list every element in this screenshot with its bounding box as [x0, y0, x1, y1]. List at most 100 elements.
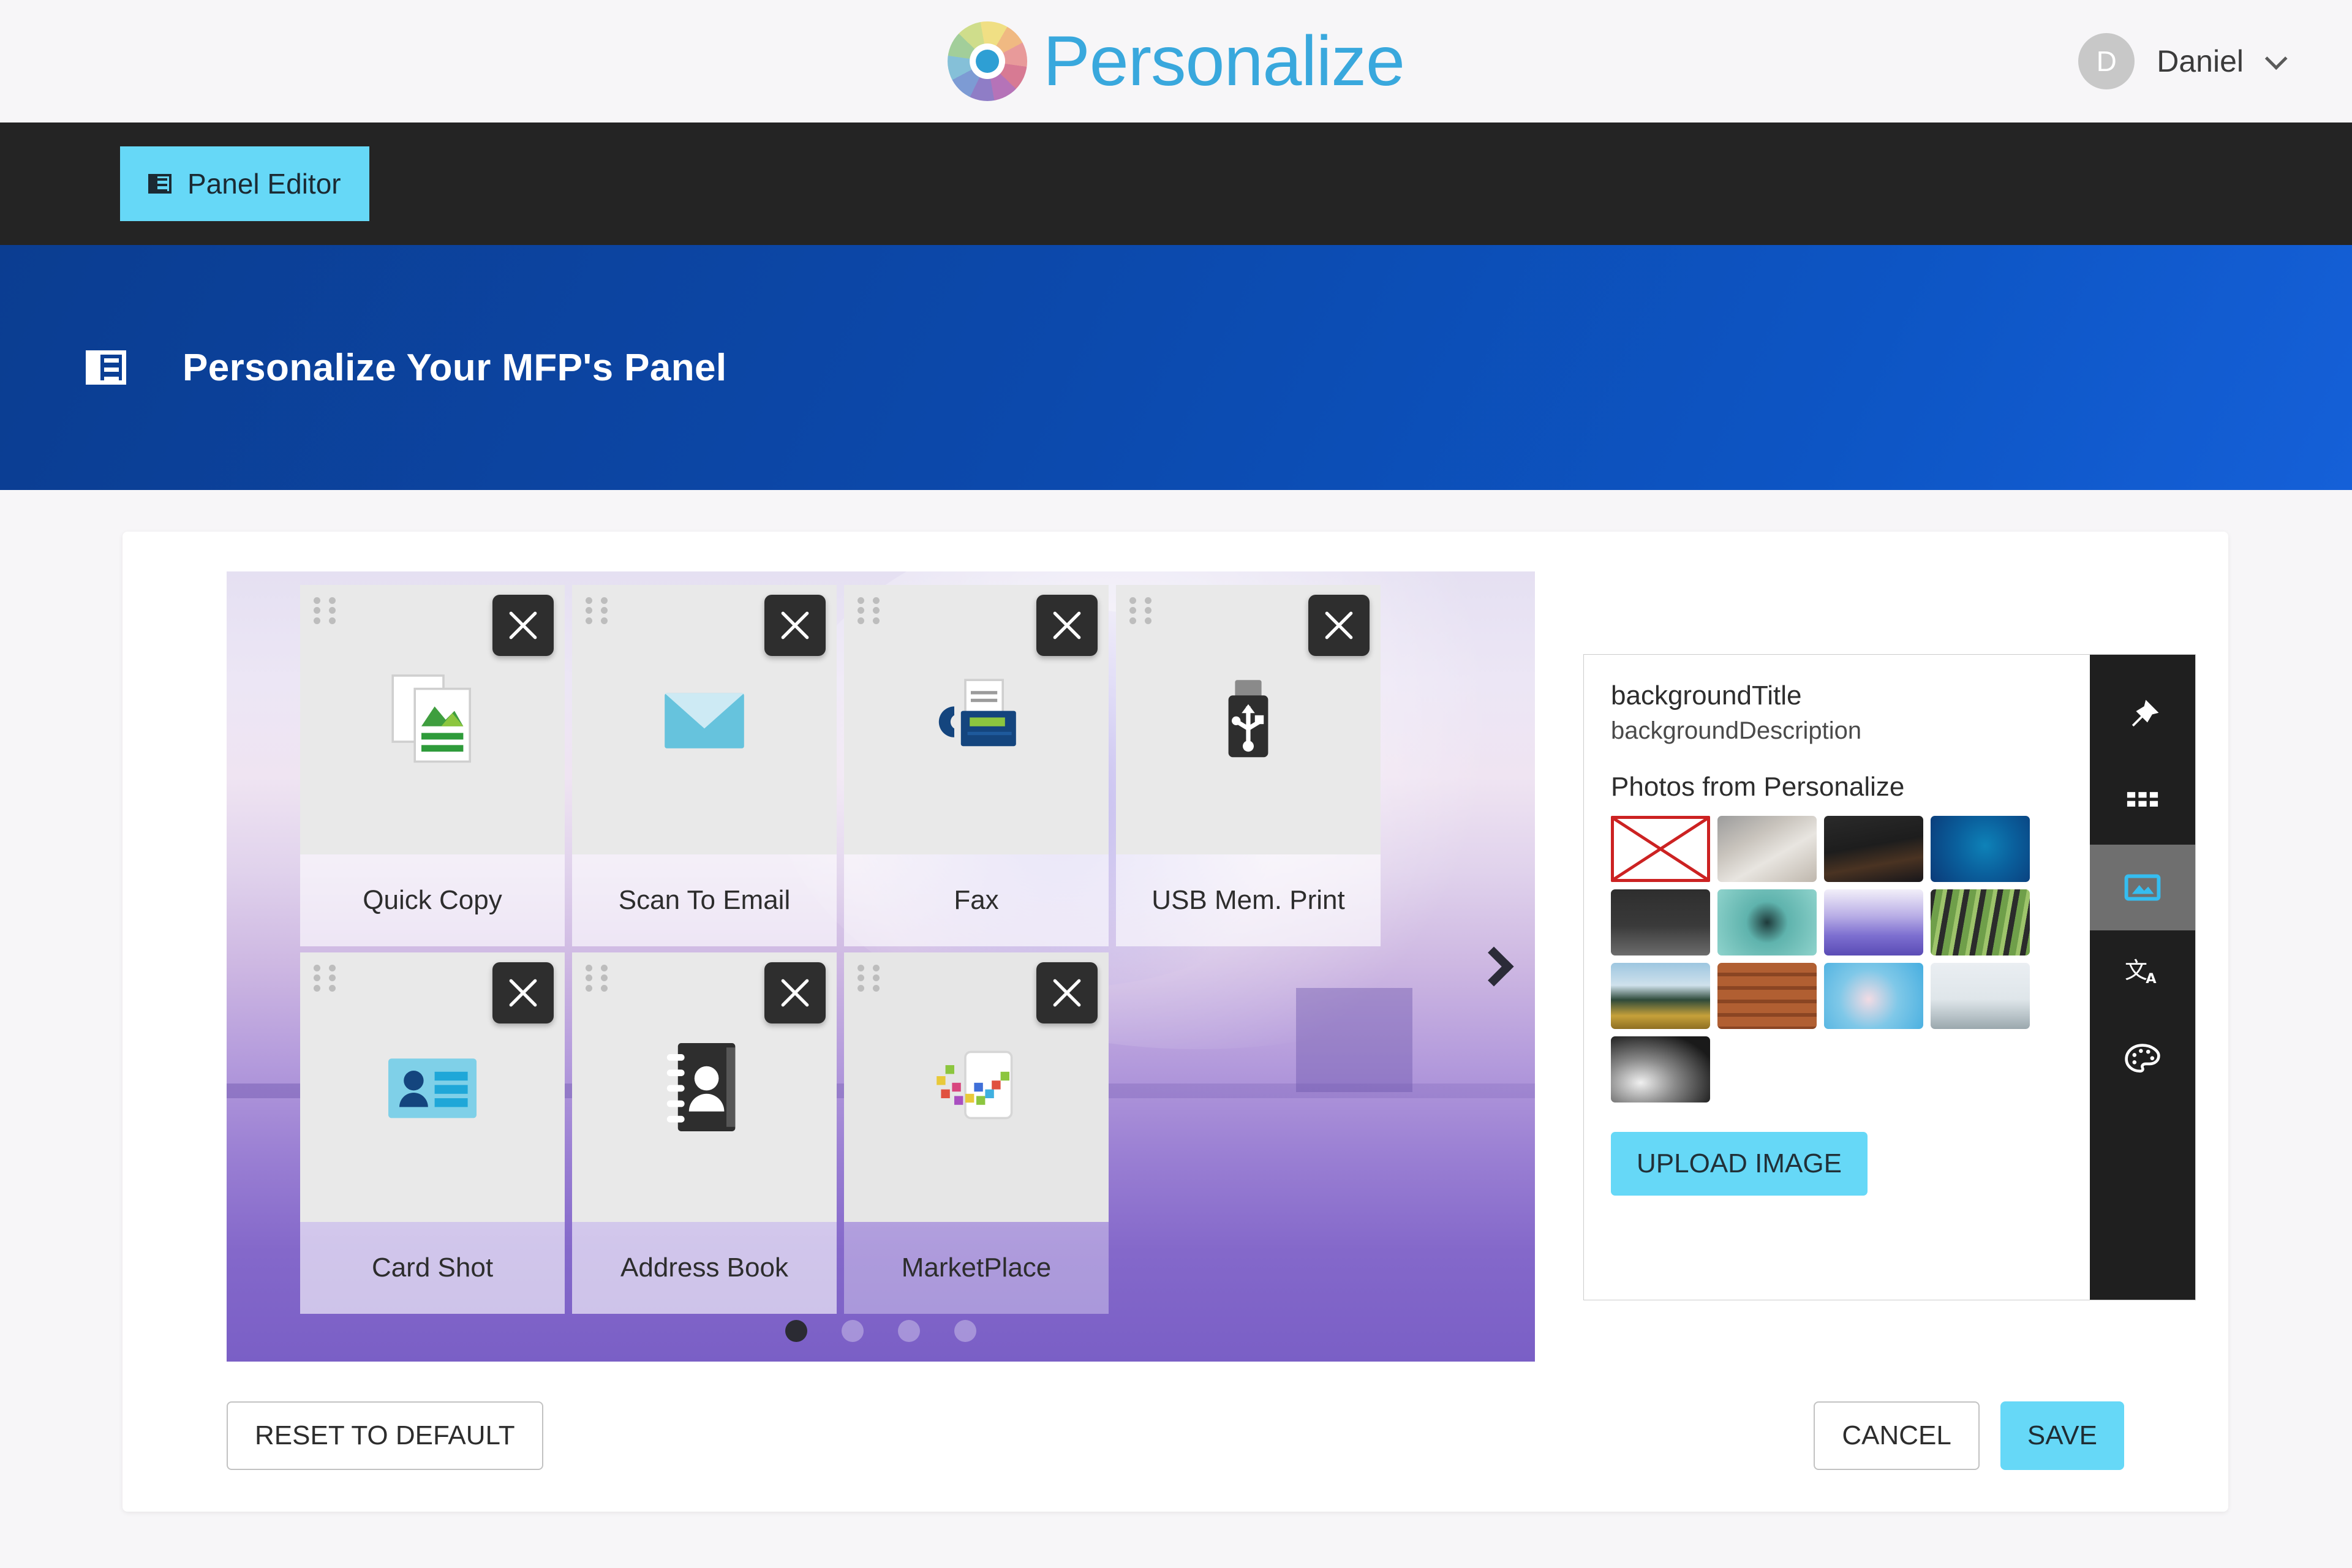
- photo-thumbnail-grid: [1611, 816, 2063, 1102]
- page-dot[interactable]: [898, 1320, 920, 1342]
- svg-text:A: A: [2146, 971, 2157, 987]
- reset-to-default-button[interactable]: RESET TO DEFAULT: [227, 1401, 543, 1470]
- address-book-icon: [649, 1032, 760, 1142]
- panel-editor-card: Quick Copy Scan To Email Fax USB Mem. Print…: [123, 532, 2228, 1512]
- page-indicator: [227, 1320, 1535, 1342]
- page-dot[interactable]: [842, 1320, 864, 1342]
- drag-handle-icon[interactable]: [314, 597, 341, 624]
- close-icon[interactable]: [492, 962, 554, 1023]
- panel-tile-body: [1116, 585, 1381, 854]
- palette-icon: [2122, 1039, 2163, 1079]
- panel-tile-label: Quick Copy: [300, 854, 565, 946]
- panel-tile-grid: Quick Copy Scan To Email Fax USB Mem. Print…: [300, 585, 1381, 1314]
- panel-tile[interactable]: Scan To Email: [572, 585, 837, 946]
- photo-thumbnail-cherry-blossom[interactable]: [1824, 963, 1923, 1029]
- drag-handle-icon[interactable]: [586, 597, 612, 624]
- usb-drive-icon: [1193, 665, 1303, 775]
- color-wheel-icon: [948, 21, 1028, 101]
- rail-item-theme[interactable]: [2090, 1016, 2195, 1102]
- brand-name: Personalize: [1043, 21, 1405, 100]
- cancel-button[interactable]: CANCEL: [1814, 1401, 1980, 1470]
- rail-item-image[interactable]: [2090, 845, 2195, 930]
- id-card-icon: [377, 1032, 488, 1142]
- photo-thumbnail-broken-image[interactable]: [1611, 816, 1710, 882]
- image-icon: [2122, 867, 2163, 908]
- photo-thumbnail-field-landscape[interactable]: [1611, 963, 1710, 1029]
- save-button[interactable]: SAVE: [2000, 1401, 2124, 1470]
- tab-panel-editor-label: Panel Editor: [187, 168, 341, 200]
- photo-thumbnail-purple-sunset[interactable]: [1824, 889, 1923, 956]
- chevron-down-icon[interactable]: [2264, 47, 2288, 70]
- page-dot[interactable]: [954, 1320, 976, 1342]
- panel-tile[interactable]: MarketPlace: [844, 952, 1109, 1314]
- close-icon[interactable]: [1036, 962, 1098, 1023]
- panel-tile-label: Card Shot: [300, 1222, 565, 1314]
- drag-handle-icon[interactable]: [314, 965, 341, 992]
- drag-handle-icon[interactable]: [858, 965, 884, 992]
- close-icon[interactable]: [1036, 595, 1098, 656]
- background-chooser-body: backgroundTitle backgroundDescription Ph…: [1584, 655, 2090, 1300]
- page-dot[interactable]: [785, 1320, 807, 1342]
- background-title: backgroundTitle: [1611, 680, 1802, 710]
- close-icon[interactable]: [492, 595, 554, 656]
- panel-tile-body: [844, 585, 1109, 854]
- photo-thumbnail-misty-landscape[interactable]: [1931, 963, 2030, 1029]
- photo-thumbnail-blue-ocean[interactable]: [1931, 816, 2030, 882]
- pushpin-icon: [2122, 696, 2163, 736]
- photo-thumbnail-wood-planks[interactable]: [1717, 963, 1817, 1029]
- drag-handle-icon[interactable]: [858, 597, 884, 624]
- drag-handle-icon[interactable]: [586, 965, 612, 992]
- background-chooser-panel: backgroundTitle backgroundDescription Ph…: [1583, 654, 2196, 1300]
- photo-thumbnail-cat-photo[interactable]: [1717, 816, 1817, 882]
- panel-tile[interactable]: Fax: [844, 585, 1109, 946]
- panel-tile-label: Address Book: [572, 1222, 837, 1314]
- panel-tile[interactable]: Quick Copy: [300, 585, 565, 946]
- panel-tile-body: [300, 585, 565, 854]
- panel-tile-body: [300, 952, 565, 1222]
- upload-image-button[interactable]: UPLOAD IMAGE: [1611, 1132, 1868, 1196]
- panel-tile[interactable]: USB Mem. Print: [1116, 585, 1381, 946]
- panel-tile-body: [572, 585, 837, 854]
- mfp-panel-preview: Quick Copy Scan To Email Fax USB Mem. Print…: [227, 571, 1535, 1362]
- fax-machine-icon: [921, 665, 1031, 775]
- tab-panel-editor[interactable]: Panel Editor: [120, 146, 369, 221]
- brand-logo: Personalize: [948, 21, 1405, 101]
- panel-tile-body: [572, 952, 837, 1222]
- grid-apps-icon: [2122, 782, 2163, 822]
- nav-bar: Panel Editor: [0, 123, 2352, 245]
- translate-icon: 文A: [2122, 953, 2163, 993]
- page-banner: Personalize Your MFP's Panel: [0, 245, 2352, 490]
- user-name: Daniel: [2157, 44, 2244, 78]
- panel-layout-icon: [86, 350, 126, 385]
- photo-thumbnail-night-festival[interactable]: [1824, 816, 1923, 882]
- page-title: Personalize Your MFP's Panel: [183, 346, 727, 389]
- rail-item-translate[interactable]: 文A: [2090, 930, 2195, 1016]
- photo-thumbnail-dark-texture[interactable]: [1611, 889, 1710, 956]
- close-icon[interactable]: [764, 962, 826, 1023]
- close-icon[interactable]: [764, 595, 826, 656]
- card-actions: RESET TO DEFAULT CANCEL SAVE: [123, 1401, 2228, 1470]
- editor-tool-rail: 文A: [2090, 655, 2195, 1300]
- svg-text:文: 文: [2125, 957, 2147, 984]
- close-icon[interactable]: [1308, 595, 1370, 656]
- envelope-icon: [649, 665, 760, 775]
- documents-image-icon: [377, 665, 488, 775]
- top-bar: Personalize D Daniel: [0, 0, 2352, 123]
- content-stage: Quick Copy Scan To Email Fax USB Mem. Print…: [0, 490, 2352, 1512]
- panel-tile-label: Fax: [844, 854, 1109, 946]
- panel-layout-icon: [148, 174, 172, 194]
- photo-thumbnail-teal-succulent[interactable]: [1717, 889, 1817, 956]
- panel-tile[interactable]: Card Shot: [300, 952, 565, 1314]
- drag-handle-icon[interactable]: [1129, 597, 1156, 624]
- photo-thumbnail-monochrome-waves[interactable]: [1611, 1036, 1710, 1102]
- marketplace-icon: [921, 1032, 1031, 1142]
- panel-tile-label: Scan To Email: [572, 854, 837, 946]
- photo-thumbnail-bamboo-forest[interactable]: [1931, 889, 2030, 956]
- user-menu[interactable]: D Daniel: [2078, 33, 2288, 89]
- panel-tile-label: MarketPlace: [844, 1222, 1109, 1314]
- rail-item-apps[interactable]: [2090, 759, 2195, 845]
- panel-tile[interactable]: Address Book: [572, 952, 837, 1314]
- background-description: backgroundDescription: [1611, 717, 1862, 744]
- panel-tile-body: [844, 952, 1109, 1222]
- rail-item-pin[interactable]: [2090, 673, 2195, 759]
